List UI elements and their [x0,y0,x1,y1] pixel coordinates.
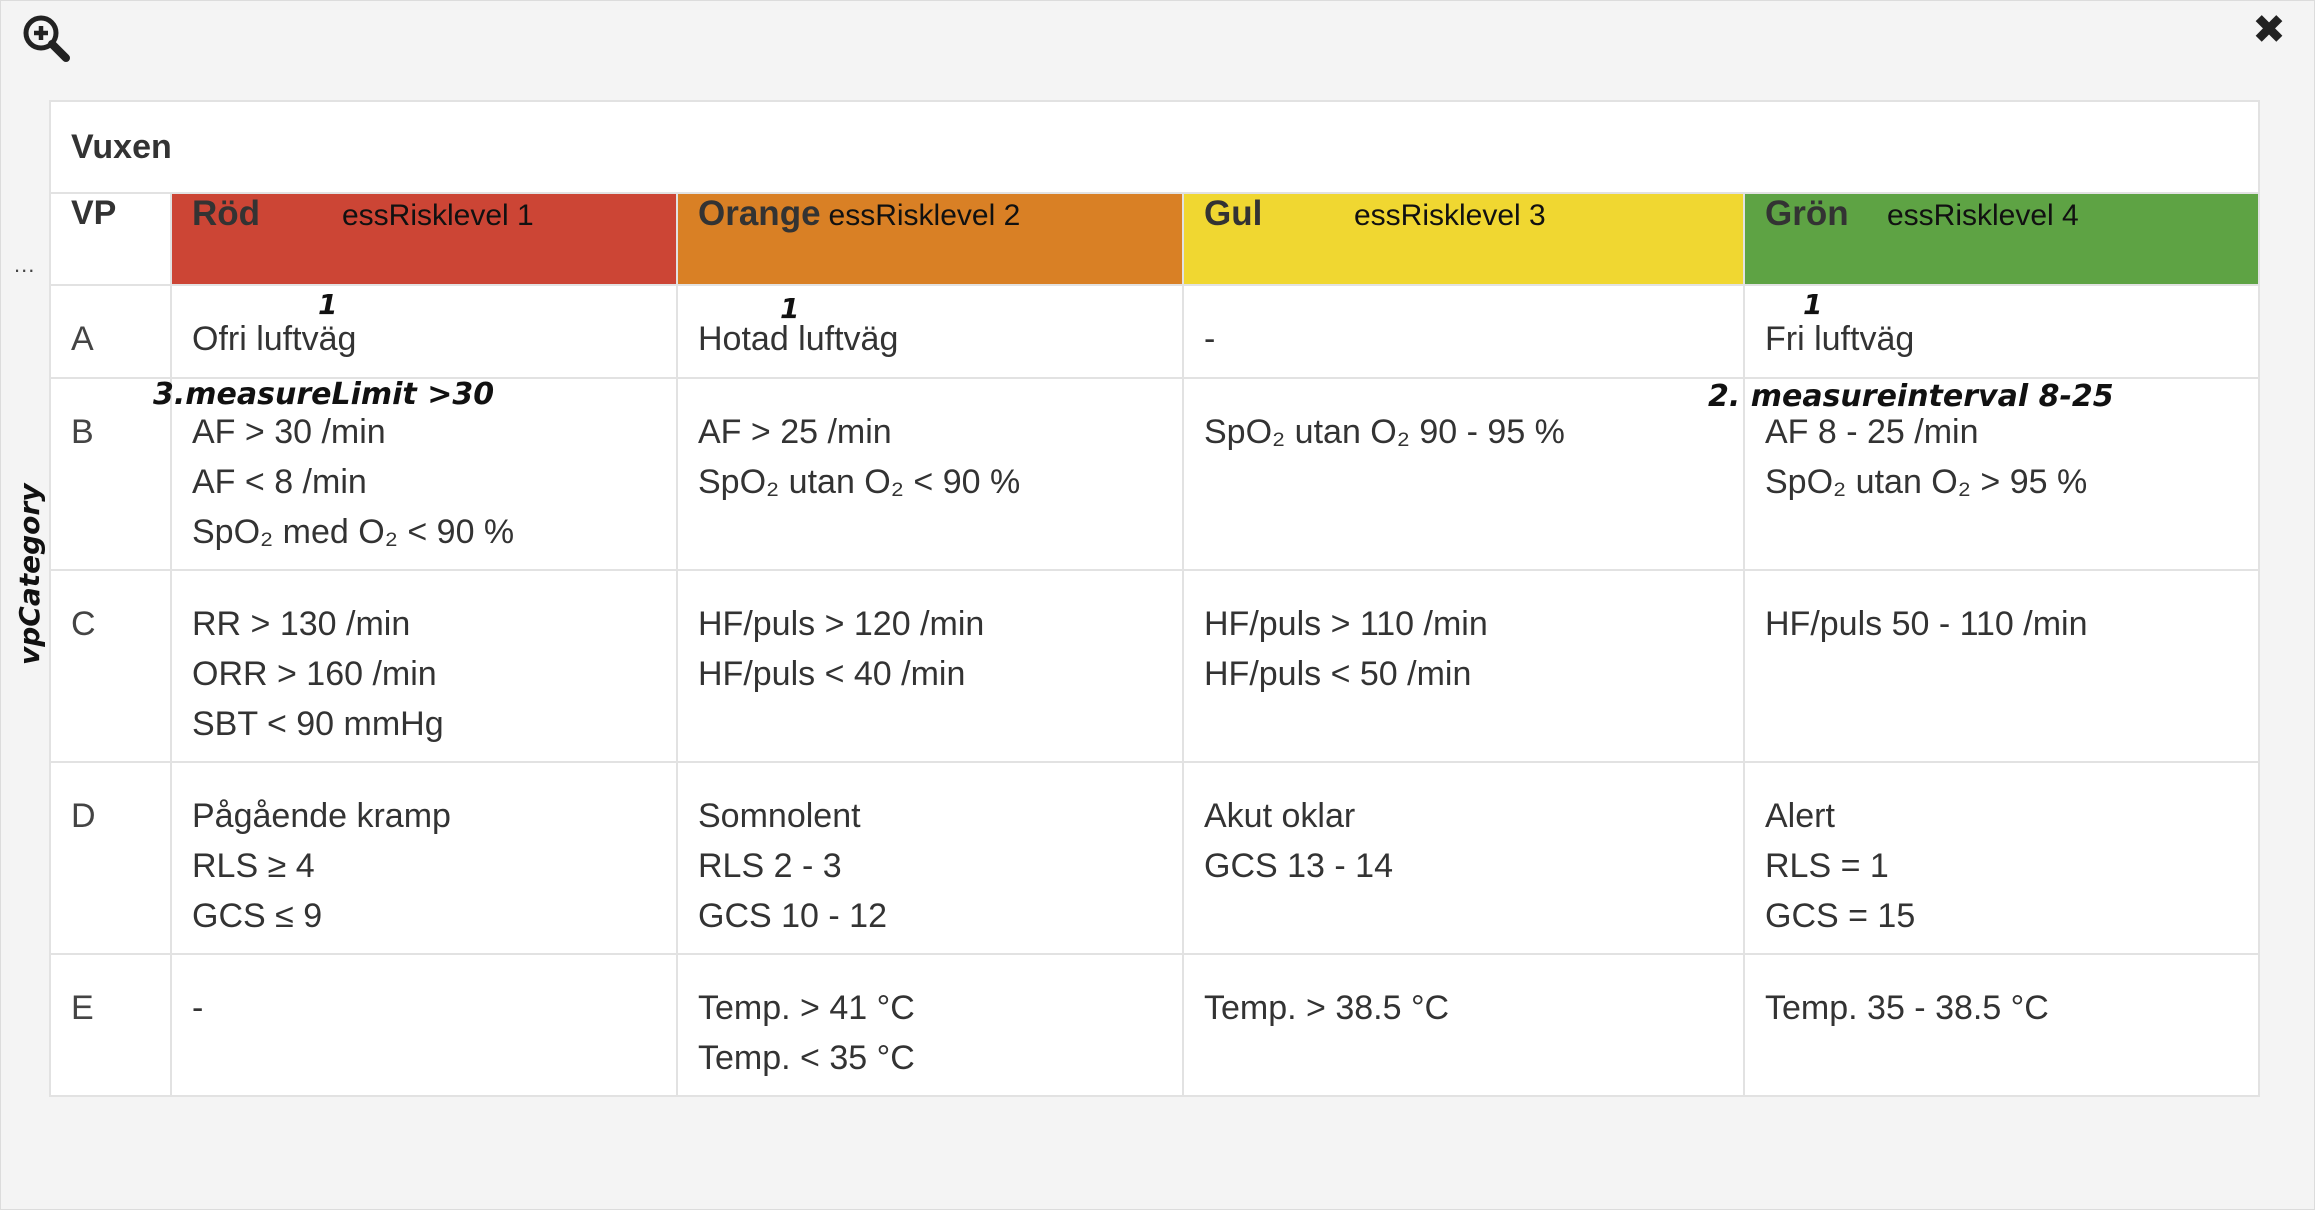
criteria-line: Akut oklar [1204,797,1356,835]
criteria-line: ORR > 160 /min [192,655,437,693]
criteria-line: SBT < 90 mmHg [192,705,444,743]
criteria-cell: RR > 130 /min ORR > 160 /min SBT < 90 mmHg [170,569,678,763]
criteria-line: SpO₂ utan O₂ > 95 % [1765,463,2088,501]
zoom-in-icon[interactable] [20,12,72,64]
table-row: E - Temp. > 41 °C Temp. < 35 °C Temp. > 38.5… [49,953,2261,1097]
row-category-label: E [71,989,94,1027]
criteria-cell: Alert RLS = 1 GCS = 15 [1742,761,2261,955]
criteria-cell: Somnolent RLS 2 - 3 GCS 10 - 12 [676,761,1184,955]
criteria-line: SpO₂ utan O₂ < 90 % [698,463,1021,501]
criteria-line: Temp. > 41 °C [698,989,915,1027]
level-header-orange: Orange essRisklevel 2 [676,192,1184,286]
criteria-cell: Ofri luftväg [170,284,678,379]
criteria-cell: HF/puls 50 - 110 /min [1742,569,2261,763]
criteria-line: RLS = 1 [1765,847,1889,885]
criteria-line: HF/puls < 50 /min [1204,655,1472,693]
table-row: C RR > 130 /min ORR > 160 /min SBT < 90 mmH… [49,569,2261,763]
level-code: essRisklevel 1 [342,199,534,232]
criteria-line: GCS 13 - 14 [1204,847,1393,885]
criteria-line: GCS 10 - 12 [698,897,887,935]
criteria-line: AF 8 - 25 /min [1765,413,1979,451]
criteria-line: RR > 130 /min [192,605,411,643]
table-title: Vuxen [48,100,2261,194]
table-row: D Pågående kramp RLS ≥ 4 GCS ≤ 9 Somnolent RL… [49,761,2261,955]
criteria-line: - [1204,320,1216,358]
criteria-cell: Hotad luftväg [676,284,1184,379]
level-code: essRisklevel 4 [1887,199,2079,232]
criteria-line: AF > 25 /min [698,413,892,451]
criteria-line: SpO₂ med O₂ < 90 % [192,513,515,551]
annotation-a-green: 1 [1803,288,1823,321]
row-category: D [49,761,172,955]
vp-category-label: vpCategory [13,484,46,665]
criteria-line: RLS ≥ 4 [192,847,315,885]
level-code: essRisklevel 3 [1354,199,1546,232]
level-name: Röd [192,194,261,233]
criteria-line: Ofri luftväg [192,320,357,358]
annotation-b-green: 2. measureinterval 8-25 [1708,379,2114,414]
level-name: Orange [698,194,821,233]
criteria-line: Alert [1765,797,1835,835]
criteria-line: Somnolent [698,797,861,835]
row-category-label: D [71,797,96,835]
criteria-line: GCS ≤ 9 [192,897,323,935]
criteria-line: SpO₂ utan O₂ 90 - 95 % [1204,413,1565,451]
criteria-line: Hotad luftväg [698,320,899,358]
level-header-red: Röd essRisklevel 1 [170,192,678,286]
row-category: A [49,284,172,379]
level-name: Gul [1204,194,1263,233]
level-header-yellow: Gul essRisklevel 3 [1182,192,1745,286]
criteria-line: Pågående kramp [192,797,451,835]
criteria-line: RLS 2 - 3 [698,847,842,885]
row-category-label: C [71,605,96,643]
header-row: VP Röd essRisklevel 1 Orange essRisklevel … [49,192,2261,286]
criteria-line: - [192,989,204,1027]
row-category-label: B [71,413,94,451]
criteria-cell: HF/puls > 110 /min HF/puls < 50 /min [1182,569,1745,763]
annotation-b-red: 3.measureLimit >30 [153,377,495,412]
annotation-a-red: 1 [318,288,338,321]
level-name: Grön [1765,194,1849,233]
criteria-line: Fri luftväg [1765,320,1915,358]
criteria-line: Temp. 35 - 38.5 °C [1765,989,2049,1027]
criteria-line: AF > 30 /min [192,413,386,451]
annotation-a-orange: 1 [780,292,800,325]
criteria-cell: HF/puls > 120 /min HF/puls < 40 /min [676,569,1184,763]
criteria-line: Temp. < 35 °C [698,1039,915,1077]
criteria-cell: AF > 25 /min SpO₂ utan O₂ < 90 % [676,377,1184,571]
criteria-line: HF/puls 50 - 110 /min [1765,605,2088,643]
overflow-dots: ... [14,252,36,277]
criteria-cell: Pågående kramp RLS ≥ 4 GCS ≤ 9 [170,761,678,955]
criteria-line: AF < 8 /min [192,463,367,501]
criteria-cell: - [1182,284,1745,379]
vp-header: VP [49,192,172,286]
close-icon[interactable]: ✖ [2247,8,2291,52]
level-code: essRisklevel 2 [828,199,1021,232]
criteria-cell: Temp. 35 - 38.5 °C [1742,953,2261,1097]
criteria-line: HF/puls < 40 /min [698,655,966,693]
criteria-cell: Temp. > 41 °C Temp. < 35 °C [676,953,1184,1097]
criteria-line: Temp. > 38.5 °C [1204,989,1450,1027]
table-row: A Ofri luftväg Hotad luftväg - Fri luftväg [49,284,2261,379]
criteria-cell: Temp. > 38.5 °C [1182,953,1745,1097]
criteria-cell: - [170,953,678,1097]
criteria-cell: Akut oklar GCS 13 - 14 [1182,761,1745,955]
criteria-line: HF/puls > 110 /min [1204,605,1488,643]
triage-table: Vuxen VP Röd essRisklevel 1 Orange essRisk… [48,100,2261,1097]
level-header-green: Grön essRisklevel 4 [1742,192,2261,286]
row-category-label: A [71,320,94,358]
criteria-line: GCS = 15 [1765,897,1916,935]
row-category: C [49,569,172,763]
row-category: E [49,953,172,1097]
criteria-cell: SpO₂ utan O₂ 90 - 95 % [1182,377,1745,571]
criteria-line: HF/puls > 120 /min [698,605,985,643]
